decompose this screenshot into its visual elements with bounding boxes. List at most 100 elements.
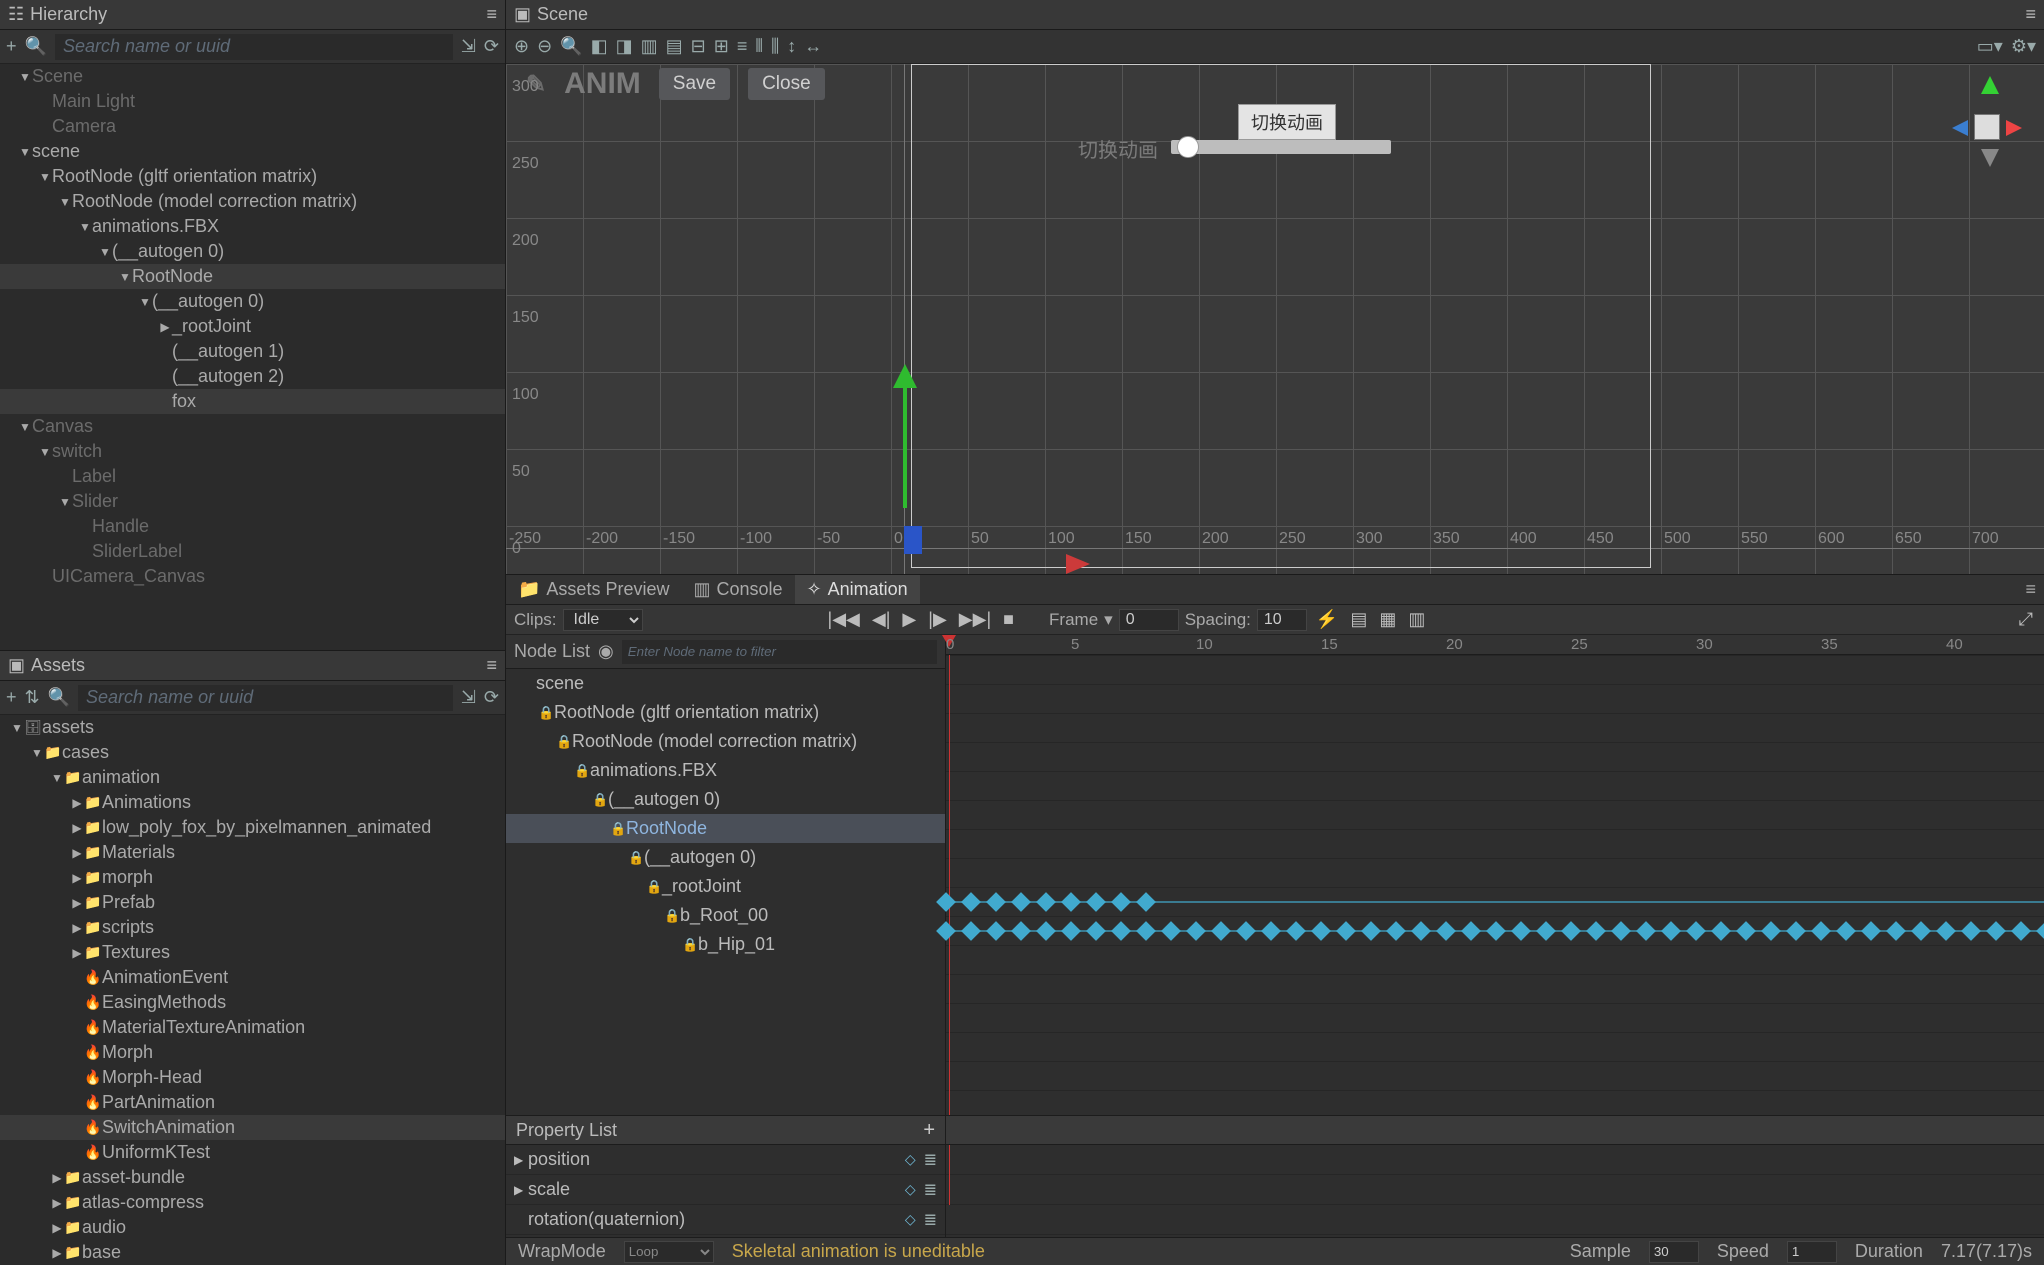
align-icon-3[interactable]: ▥	[641, 36, 658, 57]
panel-menu-icon[interactable]: ≡	[486, 655, 497, 676]
asset-node[interactable]: ▶ 📁 Textures	[0, 940, 505, 965]
anim-node-row[interactable]: 🔒 RootNode	[506, 814, 945, 843]
anim-save-button[interactable]: Save	[659, 68, 730, 100]
expand-arrow-icon[interactable]: ▼	[118, 270, 132, 284]
zoom-out-icon[interactable]: ⊖	[537, 36, 552, 57]
hierarchy-node[interactable]: ▼ scene	[0, 139, 505, 164]
anim-node-row[interactable]: 🔒 b_Root_00	[506, 901, 945, 930]
hierarchy-node[interactable]: ▼ Slider	[0, 489, 505, 514]
expand-arrow-icon[interactable]: ▶	[514, 1153, 528, 1167]
property-row[interactable]: ▶ scale ◇ ≣	[506, 1175, 945, 1205]
anim-node-row[interactable]: 🔒 (__autogen 0)	[506, 785, 945, 814]
keyframe-icon[interactable]	[1461, 921, 1481, 941]
keyframe-icon[interactable]	[1611, 921, 1631, 941]
asset-node[interactable]: 🔥 SwitchAnimation	[0, 1115, 505, 1140]
asset-node[interactable]: ▼ 📁 cases	[0, 740, 505, 765]
align-icon-5[interactable]: ⊟	[691, 36, 706, 57]
playback-next-icon[interactable]: |▶	[925, 609, 950, 630]
asset-node[interactable]: ▼ 📁 animation	[0, 765, 505, 790]
keyframe-icon[interactable]	[1936, 921, 1956, 941]
keyframe-icon[interactable]	[1836, 921, 1856, 941]
keyframe-icon[interactable]	[1961, 921, 1981, 941]
property-track[interactable]	[946, 1205, 2044, 1235]
hierarchy-tree[interactable]: ▼ Scene Main Light Camera ▼ scene ▼ Root…	[0, 64, 505, 589]
expand-arrow-icon[interactable]: ▼	[58, 495, 72, 509]
hierarchy-node[interactable]: UICamera_Canvas	[0, 564, 505, 589]
keyframe-icon[interactable]	[1761, 921, 1781, 941]
expand-arrow-icon[interactable]: ▶	[70, 821, 84, 835]
keyframe-icon[interactable]	[1336, 921, 1356, 941]
keyframe-diamond-icon[interactable]: ◇	[905, 1181, 916, 1198]
align-icon-2[interactable]: ◨	[616, 36, 633, 57]
key-icon-3[interactable]: ▦	[1376, 609, 1399, 630]
keyframe-diamond-icon[interactable]: ◇	[905, 1151, 916, 1168]
keyframe-icon[interactable]	[1261, 921, 1281, 941]
expand-arrow-icon[interactable]: ▼	[50, 771, 64, 785]
frame-dropdown-icon[interactable]: ▾	[1104, 610, 1113, 630]
keyframe-icon[interactable]	[1086, 921, 1106, 941]
panel-menu-icon[interactable]: ≡	[2017, 579, 2044, 600]
track-row[interactable]	[946, 742, 2044, 771]
expand-arrow-icon[interactable]: ▶	[50, 1221, 64, 1235]
spacing-input[interactable]	[1257, 609, 1307, 631]
expand-arrow-icon[interactable]: ▼	[138, 295, 152, 309]
asset-node[interactable]: ▶ 📁 morph	[0, 865, 505, 890]
keyframe-icon[interactable]	[1361, 921, 1381, 941]
axis-orientation-widget[interactable]	[1942, 74, 2032, 214]
key-icon-2[interactable]: ▤	[1347, 609, 1370, 630]
timeline-tracks[interactable]	[946, 655, 2044, 1115]
add-property-icon[interactable]: +	[923, 1119, 935, 1142]
sort-icon[interactable]: ⇅	[25, 687, 40, 708]
keyframe-icon[interactable]	[1011, 892, 1031, 912]
asset-node[interactable]: ▶ 📁 low_poly_fox_by_pixelmannen_animated	[0, 815, 505, 840]
axis-widget-x-icon[interactable]	[2006, 120, 2022, 136]
keyframe-icon[interactable]	[961, 921, 981, 941]
anim-close-button[interactable]: Close	[748, 68, 825, 100]
axis-widget-down-icon[interactable]	[1981, 149, 1999, 167]
align-icon-6[interactable]: ⊞	[714, 36, 729, 57]
nodelist-filter-input[interactable]	[622, 640, 937, 664]
asset-node[interactable]: 🔥 AnimationEvent	[0, 965, 505, 990]
hierarchy-node[interactable]: SliderLabel	[0, 539, 505, 564]
expand-arrow-icon[interactable]: ▶	[70, 896, 84, 910]
asset-node[interactable]: 🔥 Morph	[0, 1040, 505, 1065]
asset-node[interactable]: ▼ 🗄 assets	[0, 715, 505, 740]
property-track[interactable]	[946, 1175, 2044, 1205]
keyframe-icon[interactable]	[1911, 921, 1931, 941]
asset-node[interactable]: ▶ 📁 audio	[0, 1215, 505, 1240]
track-row[interactable]	[946, 858, 2044, 887]
align-icon-11[interactable]: ↔	[804, 36, 822, 57]
tab-console[interactable]: ▥ Console	[681, 575, 794, 604]
expand-arrow-icon[interactable]: ▶	[50, 1196, 64, 1210]
keyframe-icon[interactable]	[1211, 921, 1231, 941]
keyframe-icon[interactable]	[1086, 892, 1106, 912]
hierarchy-node[interactable]: Handle	[0, 514, 505, 539]
hierarchy-node[interactable]: fox	[0, 389, 505, 414]
keyframe-icon[interactable]	[986, 892, 1006, 912]
expand-arrow-icon[interactable]: ▶	[514, 1183, 528, 1197]
expand-icon[interactable]: ⤢	[2016, 609, 2036, 630]
hierarchy-node[interactable]: Camera	[0, 114, 505, 139]
playback-first-icon[interactable]: |◀◀	[825, 609, 863, 630]
align-icon-7[interactable]: ≡	[737, 36, 748, 57]
panel-menu-icon[interactable]: ≡	[486, 4, 497, 25]
keyframe-icon[interactable]	[1686, 921, 1706, 941]
track-row[interactable]	[946, 800, 2044, 829]
axis-widget-cube[interactable]	[1974, 114, 2000, 140]
hierarchy-node[interactable]: (__autogen 2)	[0, 364, 505, 389]
keyframe-icon[interactable]	[1061, 921, 1081, 941]
keyframe-icon[interactable]	[1811, 921, 1831, 941]
panel-menu-icon[interactable]: ≡	[2025, 4, 2036, 25]
property-rows[interactable]: ▶ position ◇ ≣▶ scale ◇ ≣ rotation(quate…	[506, 1145, 945, 1205]
keyframe-icon[interactable]	[1986, 921, 2006, 941]
track-row[interactable]	[946, 655, 2044, 684]
align-icon-9[interactable]: ⫼	[771, 36, 779, 57]
keyframe-icon[interactable]	[1386, 921, 1406, 941]
keyframe-list-icon[interactable]: ≣	[924, 1150, 937, 1170]
hierarchy-search-input[interactable]	[55, 34, 453, 60]
expand-arrow-icon[interactable]: ▼	[18, 145, 32, 159]
asset-node[interactable]: ▶ 📁 base	[0, 1240, 505, 1265]
hierarchy-node[interactable]: ▼ Canvas	[0, 414, 505, 439]
keyframe-icon[interactable]	[1011, 921, 1031, 941]
align-icon-8[interactable]: ⫴	[755, 36, 763, 57]
